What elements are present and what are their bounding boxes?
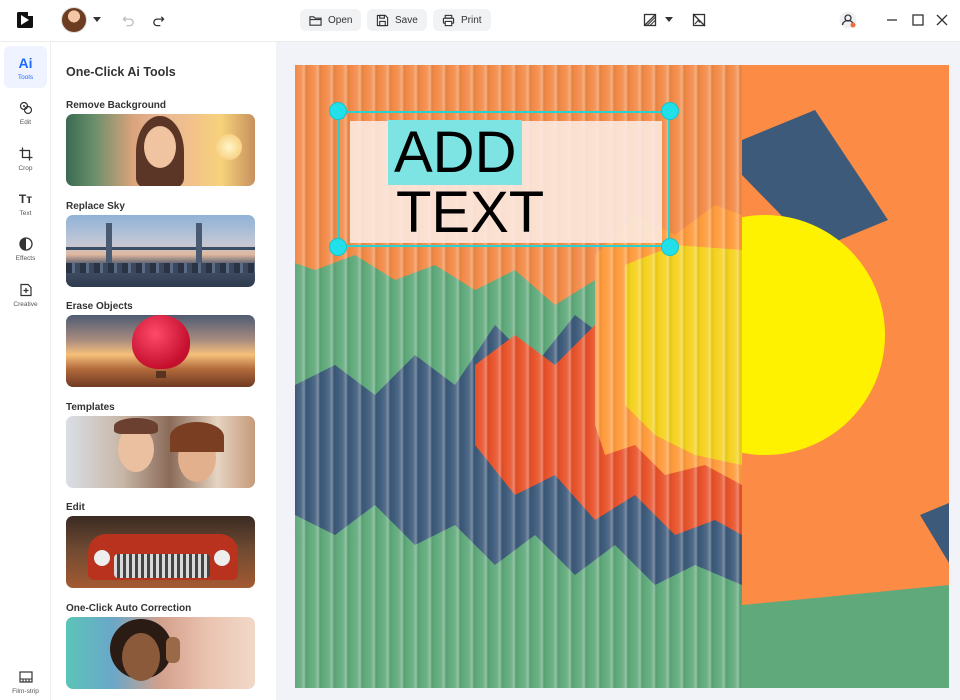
rail-item-effects[interactable]: Effects	[0, 232, 51, 272]
user-avatar[interactable]	[61, 7, 87, 33]
left-rail: Ai Tools Edit Crop Tт Text Effects Creat…	[0, 42, 51, 700]
text-line-1[interactable]: ADD	[388, 120, 523, 185]
car-headlight-shape	[214, 550, 230, 566]
open-label: Open	[328, 14, 353, 26]
film-strip-icon	[18, 669, 34, 685]
rail-item-edit[interactable]: Edit	[0, 96, 51, 136]
tool-erase-objects: Erase Objects	[66, 301, 255, 387]
print-button[interactable]: Print	[433, 9, 491, 31]
text-icon: Tт	[18, 191, 34, 207]
person-hair-shape	[170, 422, 224, 452]
remove-background-thumbnail[interactable]	[66, 114, 255, 186]
rail-label-tools: Tools	[17, 74, 34, 81]
rail-item-creative[interactable]: Creative	[0, 278, 51, 318]
rail-item-film-strip[interactable]: Film-strip	[0, 665, 51, 700]
rail-label-crop: Crop	[18, 165, 33, 172]
text-line-2[interactable]: TEXT	[396, 184, 544, 242]
account-icon[interactable]	[838, 10, 858, 30]
open-button[interactable]: Open	[300, 9, 362, 31]
rail-label-creative: Creative	[13, 301, 38, 308]
bridge-deck	[66, 247, 255, 250]
edit-thumbnail[interactable]	[66, 516, 255, 588]
tool-label: Edit	[66, 502, 85, 513]
rail-label-edit: Edit	[19, 119, 32, 126]
tool-edit: Edit	[66, 502, 255, 588]
tool-label: Replace Sky	[66, 201, 125, 212]
crop-icon	[18, 146, 34, 162]
peace-sign-hand-shape	[166, 637, 180, 663]
hot-air-balloon-shape	[132, 315, 190, 369]
top-bar: Open Save Print	[0, 0, 960, 42]
app-logo-icon[interactable]	[16, 11, 34, 29]
save-button[interactable]: Save	[367, 9, 427, 31]
portrait-face-shape	[122, 633, 160, 681]
car-grille-shape	[114, 554, 210, 578]
compare-dropdown-icon[interactable]	[665, 17, 673, 22]
ai-glyph: Ai	[18, 55, 33, 71]
undo-icon[interactable]	[118, 10, 138, 30]
compare-icon[interactable]	[640, 10, 660, 30]
tool-remove-background: Remove Background	[66, 100, 255, 186]
templates-thumbnail[interactable]	[66, 416, 255, 488]
resize-handle-top-right[interactable]	[661, 102, 679, 120]
minimize-icon[interactable]	[884, 12, 900, 28]
redo-icon[interactable]	[148, 10, 168, 30]
print-label: Print	[461, 14, 482, 26]
tool-replace-sky: Replace Sky	[66, 201, 255, 287]
resize-handle-bottom-right[interactable]	[661, 238, 679, 256]
rail-item-tools[interactable]: Ai Tools	[0, 51, 51, 91]
text-glyph: Tт	[18, 192, 33, 206]
ai-icon: Ai	[18, 55, 34, 71]
rail-item-crop[interactable]: Crop	[0, 142, 51, 182]
bridge-tower	[106, 223, 112, 263]
car-headlight-shape	[94, 550, 110, 566]
portrait-face-shape	[144, 126, 176, 168]
rail-label-effects: Effects	[15, 255, 36, 262]
maximize-icon[interactable]	[910, 12, 926, 28]
printer-icon	[442, 14, 455, 26]
rail-label-film-strip: Film-strip	[12, 688, 39, 695]
rail-label-text: Text	[19, 210, 32, 217]
tool-label: Remove Background	[66, 100, 167, 111]
creative-icon	[18, 282, 34, 298]
city-skyline	[66, 263, 255, 273]
save-label: Save	[395, 14, 418, 26]
tools-panel: One-Click Ai Tools Remove Background Rep…	[51, 42, 276, 700]
tool-label: One-Click Auto Correction	[66, 603, 192, 614]
rail-item-text[interactable]: Tт Text	[0, 187, 51, 227]
balloon-basket-shape	[156, 371, 166, 378]
bridge-tower	[196, 223, 202, 263]
tool-label: Templates	[66, 402, 115, 413]
save-icon	[376, 14, 389, 26]
folder-icon	[309, 15, 322, 26]
replace-sky-thumbnail[interactable]	[66, 215, 255, 287]
text-object-selection[interactable]: ADD TEXT	[338, 111, 670, 247]
highlighted-text: ADD	[388, 120, 523, 185]
hide-image-icon[interactable]	[689, 10, 709, 30]
tool-templates: Templates	[66, 402, 255, 488]
erase-objects-thumbnail[interactable]	[66, 315, 255, 387]
person-hat-shape	[114, 418, 158, 434]
avatar-dropdown-icon[interactable]	[93, 17, 101, 22]
effects-icon	[18, 236, 34, 252]
close-icon[interactable]	[934, 12, 950, 28]
edit-palette-icon	[18, 100, 34, 116]
resize-handle-bottom-left[interactable]	[329, 238, 347, 256]
resize-handle-top-left[interactable]	[329, 102, 347, 120]
auto-correction-thumbnail[interactable]	[66, 617, 255, 689]
tool-label: Erase Objects	[66, 301, 133, 312]
sun-shape	[216, 134, 242, 160]
tool-auto-correction: One-Click Auto Correction	[66, 603, 255, 689]
panel-title: One-Click Ai Tools	[66, 65, 176, 79]
